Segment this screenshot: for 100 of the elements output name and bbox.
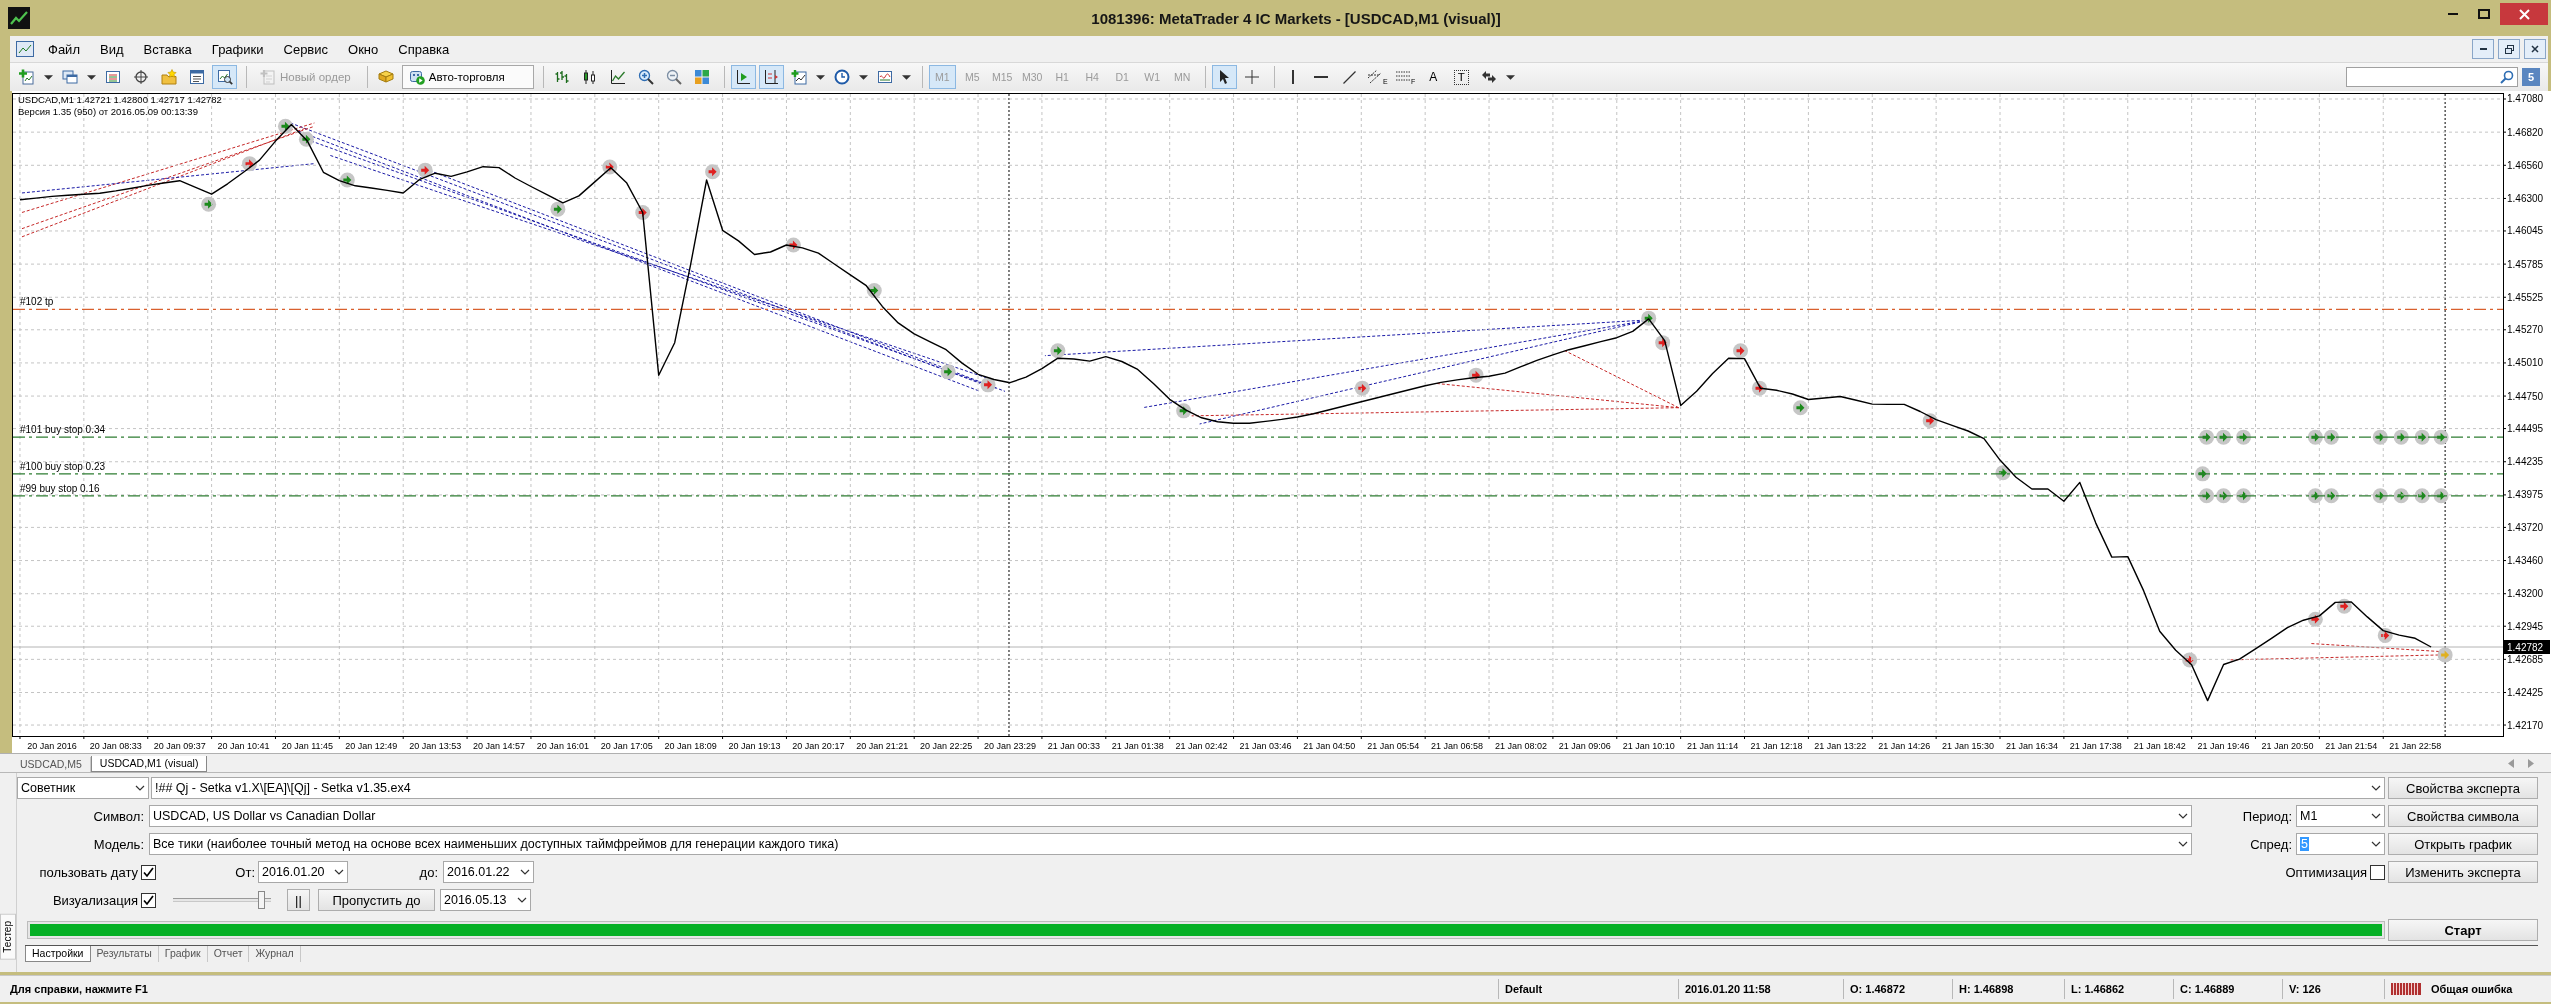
tester-side-tab[interactable]: Тестер [0,914,16,960]
chevron-down-icon [2371,785,2381,791]
toolbar-button[interactable] [212,65,237,89]
caret-icon [86,74,96,80]
pause-button[interactable]: || [287,889,310,911]
expert-dropdown[interactable]: !## Qj - Setka v1.X\[EA]\[Qj] - Setka v1.35.ex4 [151,777,2385,799]
tester-tab[interactable]: Журнал [249,946,301,962]
price-axis-label: 1.45270 [2507,324,2544,336]
chart-shift-icon [763,69,780,85]
status-low-price: L: 1.46862 [2064,979,2173,999]
toolbar-button[interactable] [758,65,784,89]
visualization-checkbox[interactable] [141,892,156,908]
price-axis-label: 1.42425 [2507,687,2544,698]
price-axis-label: 1.45525 [2507,291,2544,303]
magnifier-chart-icon [216,69,233,85]
minimize-icon [2479,48,2487,50]
chart-window-icon[interactable] [16,41,34,57]
caret-icon [902,74,912,80]
status-close-price: C: 1.46889 [2173,979,2282,999]
restore-button[interactable] [2498,39,2520,59]
time-axis-label: 21 Jan 08:02 [1494,741,1547,751]
program-type-dropdown[interactable]: Советник [17,777,149,799]
chevron-down-icon [2371,813,2381,819]
channel-icon [1366,69,1383,85]
symbol-dropdown[interactable]: USDCAD, US Dollar vs Canadian Dollar [149,805,2192,827]
price-axis-label: 1.46300 [2507,192,2544,204]
toolbar-button[interactable]: Авто-торговля [401,65,534,89]
slider-thumb[interactable] [257,891,265,909]
connection-bars-icon [2391,983,2421,995]
trade-marker-icon [1641,310,1657,326]
visualization-label: Визуализация [51,892,138,908]
price-axis-label: 1.42945 [2507,620,2544,632]
search-field[interactable] [2346,67,2518,87]
order-level-label: #100 buy stop 0.23 [20,460,106,472]
skip-date-dropdown[interactable]: 2016.05.13 [440,889,531,911]
tester-tab[interactable]: Отчет [207,946,250,962]
from-date-dropdown[interactable]: 2016.01.20 [258,861,348,883]
plus-page-icon [18,69,35,85]
time-axis-label: 21 Jan 00:33 [1047,741,1100,751]
stacked-windows-icon [61,69,78,85]
vertical-line-icon [1292,70,1295,84]
toolbar-button[interactable]: T [1448,65,1474,89]
skip-to-button[interactable]: Пропустить до [318,889,435,911]
symbol-properties-button[interactable]: Свойства символа [2388,805,2538,827]
to-label: до: [418,864,438,880]
time-axis-label: 20 Jan 21:21 [856,741,909,751]
time-axis-label: 21 Jan 18:42 [2133,741,2186,751]
message-badge[interactable]: 5 [2522,68,2540,86]
use-date-checkbox[interactable] [141,864,156,880]
menu-item[interactable]: Справка [388,41,460,57]
period-dropdown[interactable]: M1 [2296,805,2385,827]
time-axis-label: 21 Jan 04:50 [1303,741,1356,751]
time-axis-label: 20 Jan 16:01 [536,741,589,751]
menu-item[interactable]: Файл [38,41,90,57]
minimize-button[interactable] [2472,39,2494,59]
status-high-price: H: 1.46898 [1952,979,2064,999]
expert-properties-button[interactable]: Свойства эксперта [2388,777,2538,799]
plus-doc-icon [260,69,276,85]
window-title: 1081396: MetaTrader 4 IC Markets - [USDCAD,M1 (visual)] [1090,9,1502,27]
optimization-label: Оптимизация [2285,864,2367,880]
model-dropdown[interactable]: Все тики (наиболее точный метод на основе всех наименьших доступных таймфреймов для генерации каждого тика) [149,833,2192,855]
toolbar-button[interactable] [1211,65,1237,89]
template-window-icon [877,69,894,85]
open-chart-button[interactable]: Открыть график [2388,833,2538,855]
optimization-checkbox[interactable] [2370,864,2385,880]
price-axis-label: 1.46560 [2507,159,2544,171]
start-button[interactable]: Старт [2388,919,2538,941]
time-axis-label: 20 Jan 2016 [27,741,77,751]
price-axis-label: 1.43460 [2507,555,2544,567]
time-axis-label: 20 Jan 11:45 [281,741,334,751]
use-date-label: пользовать дату [38,864,138,880]
star-folder-icon [160,69,177,85]
price-axis-label: 1.42685 [2507,653,2544,665]
list-window-icon [188,69,205,85]
tester-tab[interactable]: Настройки [25,946,91,962]
chart-tab[interactable]: USDCAD,M1 (visual) [90,756,208,772]
tester-tab[interactable]: График [158,946,208,962]
close-button[interactable] [2524,39,2546,59]
trade-marker-icon [1655,335,1671,351]
menu-item[interactable]: Вид [89,41,134,57]
caret-icon [816,74,826,80]
trade-marker-icon [1468,367,1484,383]
toolbar-button[interactable]: A [1420,65,1446,89]
menu-item[interactable]: Окно [338,41,389,57]
chevron-down-icon [2178,841,2188,847]
maximize-icon [2478,9,2490,19]
menu-item[interactable]: Сервис [273,41,339,57]
arrows-icon [1481,69,1498,85]
time-axis-label: 21 Jan 19:46 [2197,741,2250,751]
close-icon [2518,8,2530,20]
tester-tab[interactable]: Результаты [90,946,159,962]
to-date-dropdown[interactable]: 2016.01.22 [443,861,534,883]
modify-expert-button[interactable]: Изменить эксперта [2388,861,2538,883]
time-axis-label: 21 Jan 12:18 [1750,741,1803,751]
tile-icon [694,69,711,85]
price-axis-label: 1.44495 [2507,423,2544,435]
toolbar-button[interactable] [730,65,756,89]
menu-item[interactable]: Вставка [133,41,202,57]
current-price-label: 1.42782 [2504,640,2550,654]
menu-item[interactable]: Графики [201,41,274,57]
